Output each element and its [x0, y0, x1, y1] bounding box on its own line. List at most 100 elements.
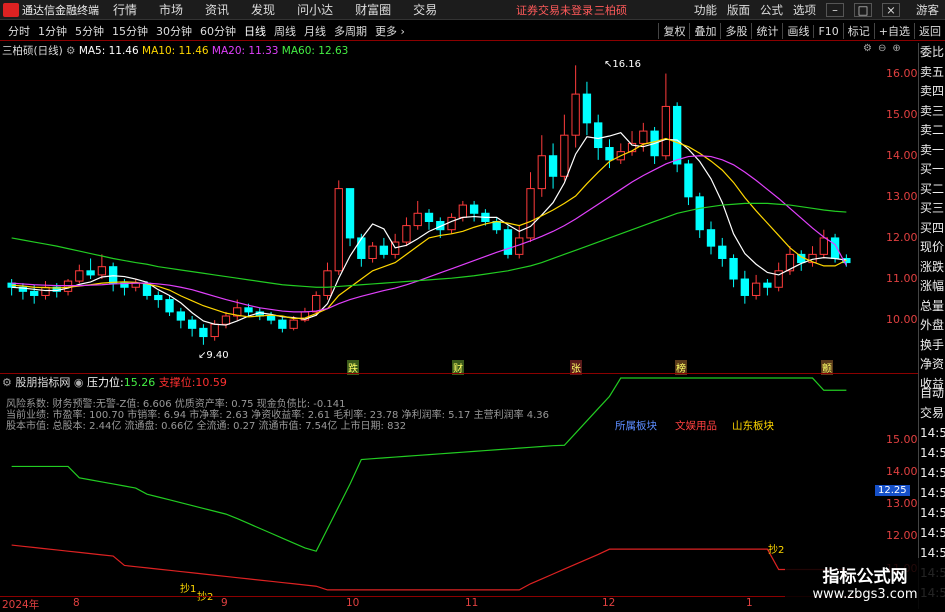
candle-body [41, 286, 50, 296]
zoom-in-icon[interactable]: ⊕ [892, 43, 900, 54]
watermark: 指标公式网 www.zbgs3.com [785, 558, 945, 609]
kline-chart[interactable] [0, 43, 858, 373]
candle-body [244, 307, 253, 313]
candle-body [469, 204, 479, 214]
add-watchlist-button[interactable]: +自选 [873, 23, 914, 39]
menu-news[interactable]: 资讯 [205, 1, 229, 18]
menu-function[interactable]: 功能 [694, 2, 717, 18]
candle-body [729, 257, 738, 280]
multi-stock-button[interactable]: 多股 [720, 23, 751, 39]
date-tick: 2024年 [2, 599, 40, 611]
quote-field: 卖三 [920, 103, 945, 118]
period-intraday[interactable]: 分时 [8, 23, 30, 39]
candle-body [560, 134, 569, 177]
adjust-button[interactable]: 复权 [658, 23, 689, 39]
candle-body [548, 155, 558, 177]
f10-button[interactable]: F10 [813, 24, 842, 38]
date-tick: 9 [221, 597, 228, 609]
period-30min[interactable]: 30分钟 [156, 23, 192, 39]
candle-body [424, 212, 434, 222]
overlay-button[interactable]: 叠加 [689, 23, 720, 39]
candle-body [334, 188, 343, 272]
stats-button[interactable]: 统计 [751, 23, 782, 39]
watermark-title: 指标公式网 [822, 567, 908, 587]
period-more[interactable]: 更多 › [375, 23, 405, 39]
candle-body [695, 196, 704, 231]
maximize-icon[interactable]: □ [854, 3, 872, 17]
candle-body [751, 282, 761, 296]
candle-body [706, 229, 716, 247]
tick-time: 14:5 [920, 446, 945, 460]
region-tag[interactable]: 山东板块 [732, 418, 774, 433]
high-annotation: ↖16.16 [604, 59, 641, 70]
period-60min[interactable]: 60分钟 [200, 23, 236, 39]
date-tick: 11 [465, 597, 479, 609]
mark-button[interactable]: 标记 [842, 23, 874, 39]
candle-body [199, 327, 208, 338]
price-tick: 10.00 [886, 313, 918, 327]
quote-field: 现价 [920, 240, 945, 254]
period-15min[interactable]: 15分钟 [112, 23, 148, 39]
industry-tag[interactable]: 文娱用品 [675, 418, 717, 433]
candle-body [492, 220, 501, 231]
quote-field: 净资 [920, 357, 945, 371]
login-warning[interactable]: 证券交易未登录 [516, 2, 593, 18]
candle-body [97, 266, 107, 276]
marker-label: 抄1 [180, 584, 197, 595]
candle-body [684, 163, 693, 198]
menu-options[interactable]: 选项 [793, 2, 816, 18]
quote-field: 总量 [920, 298, 945, 313]
buy-marker: 抄2 [768, 541, 784, 556]
candle-body [526, 188, 535, 239]
period-monthly[interactable]: 月线 [304, 23, 326, 39]
menu-wealth[interactable]: 财富圈 [355, 1, 391, 18]
period-5min[interactable]: 5分钟 [75, 23, 104, 39]
period-more-label: 更多 [375, 24, 397, 38]
period-1min[interactable]: 1分钟 [38, 23, 67, 39]
watermark-url: www.zbgs3.com [812, 587, 918, 602]
indicator-tick: 15.00 [886, 433, 918, 446]
date-tick: 8 [73, 597, 80, 609]
period-daily[interactable]: 日线 [244, 23, 266, 39]
menu-market[interactable]: 行情 [113, 1, 137, 18]
candle-body [278, 319, 287, 329]
gear-icon[interactable]: ⚙ [863, 43, 872, 54]
price-tick: 15.00 [886, 107, 918, 121]
top-menu-bar: 通达信金融终端 行情 市场 资讯 发现 问小达 财富圈 交易 证券交易未登录 三… [0, 0, 945, 20]
period-toolbar: 分时 1分钟 5分钟 15分钟 30分钟 60分钟 日线 周线 月线 多周期 更… [0, 21, 945, 41]
sector-tag[interactable]: 所属板块 [615, 418, 657, 433]
quote-side-panel: 委比 卖五 卖四 卖三 卖二 卖一 买一 买二 买三 买四 现价 涨跌 涨幅 总量 外盘 换手 净资 收益 [918, 43, 945, 393]
auto-trade-item[interactable]: 自动 [919, 383, 945, 403]
current-value-badge: 12.25 [875, 485, 910, 496]
period-multi[interactable]: 多周期 [334, 23, 367, 39]
guest-login[interactable]: 游客 [916, 2, 939, 18]
quote-field: 卖二 [920, 123, 945, 137]
candle-body [447, 216, 456, 231]
candle-body [402, 225, 411, 243]
auto-trade-item[interactable]: 交易 [919, 403, 945, 423]
back-button[interactable]: 返回 [914, 23, 945, 39]
draw-button[interactable]: 画线 [782, 23, 813, 39]
candle-body [75, 270, 84, 282]
quote-field: 涨跌 [920, 259, 945, 274]
candle-body [176, 311, 186, 321]
support-line [11, 544, 847, 591]
menu-trade[interactable]: 交易 [413, 1, 437, 18]
indicator-chart[interactable] [0, 376, 858, 596]
candle-body [571, 93, 580, 136]
zoom-out-icon[interactable]: ⊖ [878, 43, 886, 54]
menu-ask[interactable]: 问小达 [297, 1, 333, 18]
close-icon[interactable]: × [882, 3, 900, 17]
candle-body [266, 315, 276, 321]
menu-formula[interactable]: 公式 [760, 2, 783, 18]
price-tick: 11.00 [886, 272, 918, 286]
candle-body [312, 294, 321, 313]
menu-discover[interactable]: 发现 [251, 1, 275, 18]
minimize-icon[interactable]: – [826, 3, 844, 17]
panel-tools: ⚙ ⊖ ⊕ [863, 43, 907, 54]
candle-body [154, 294, 163, 301]
candle-body [108, 266, 118, 284]
period-weekly[interactable]: 周线 [274, 23, 296, 39]
menu-markets[interactable]: 市场 [159, 1, 183, 18]
menu-layout[interactable]: 版面 [727, 2, 750, 18]
